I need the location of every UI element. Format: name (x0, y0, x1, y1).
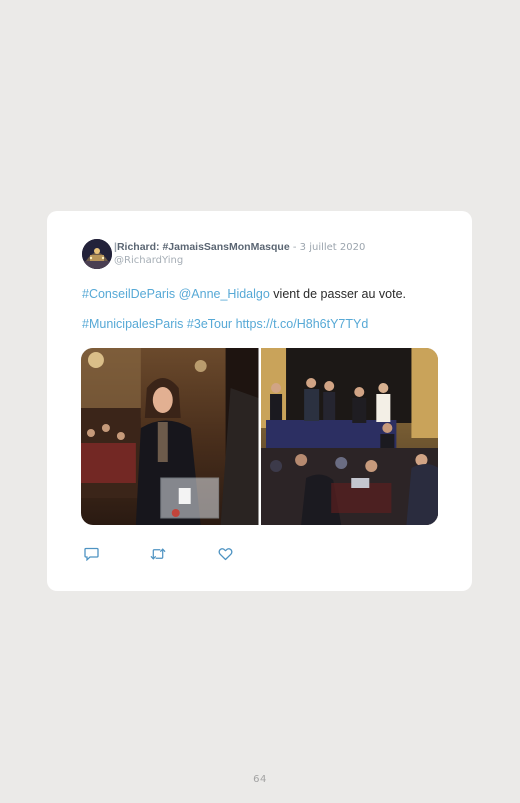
reply-button[interactable] (83, 546, 99, 562)
tweet-date[interactable]: 3 juillet 2020 (300, 242, 366, 253)
author-avatar[interactable] (82, 239, 112, 269)
like-button[interactable] (217, 546, 233, 562)
date-separator: - (289, 242, 300, 253)
tweet-header: |Richard: #JamaisSansMonMasque - 3 juill… (114, 241, 454, 267)
tweet-body-text: vient de passer au vote. (269, 287, 407, 301)
hashtag-link[interactable]: #MunicipalesParis (82, 317, 183, 331)
tweet-actions (83, 546, 284, 562)
tweet-text-line-1: #ConseilDeParis @Anne_Hidalgo vient de p… (82, 287, 406, 301)
page-number: 64 (253, 774, 267, 785)
council-room-photo-image (260, 348, 438, 525)
council-room-photo[interactable] (260, 348, 438, 525)
avatar-image (82, 239, 112, 269)
tweet-card: |Richard: #JamaisSansMonMasque - 3 juill… (47, 211, 472, 591)
like-icon (218, 548, 232, 561)
author-name[interactable]: Richard: #JamaisSansMonMasque (117, 241, 290, 253)
retweet-button[interactable] (150, 546, 166, 562)
retweet-icon (150, 548, 166, 560)
tweet-media (81, 348, 438, 525)
ballot-box-photo-image (81, 348, 259, 525)
hashtag-link[interactable]: #3eTour (187, 317, 232, 331)
mention-link[interactable]: @Anne_Hidalgo (179, 287, 270, 301)
hashtag-link[interactable]: #ConseilDeParis (82, 287, 175, 301)
url-link[interactable]: https://t.co/H8h6tY7TYd (236, 317, 369, 331)
tweet-text-line-2: #MunicipalesParis #3eTour https://t.co/H… (82, 317, 368, 331)
ballot-box-photo[interactable] (81, 348, 259, 525)
author-handle[interactable]: @RichardYing (114, 254, 454, 267)
reply-icon (83, 547, 99, 561)
